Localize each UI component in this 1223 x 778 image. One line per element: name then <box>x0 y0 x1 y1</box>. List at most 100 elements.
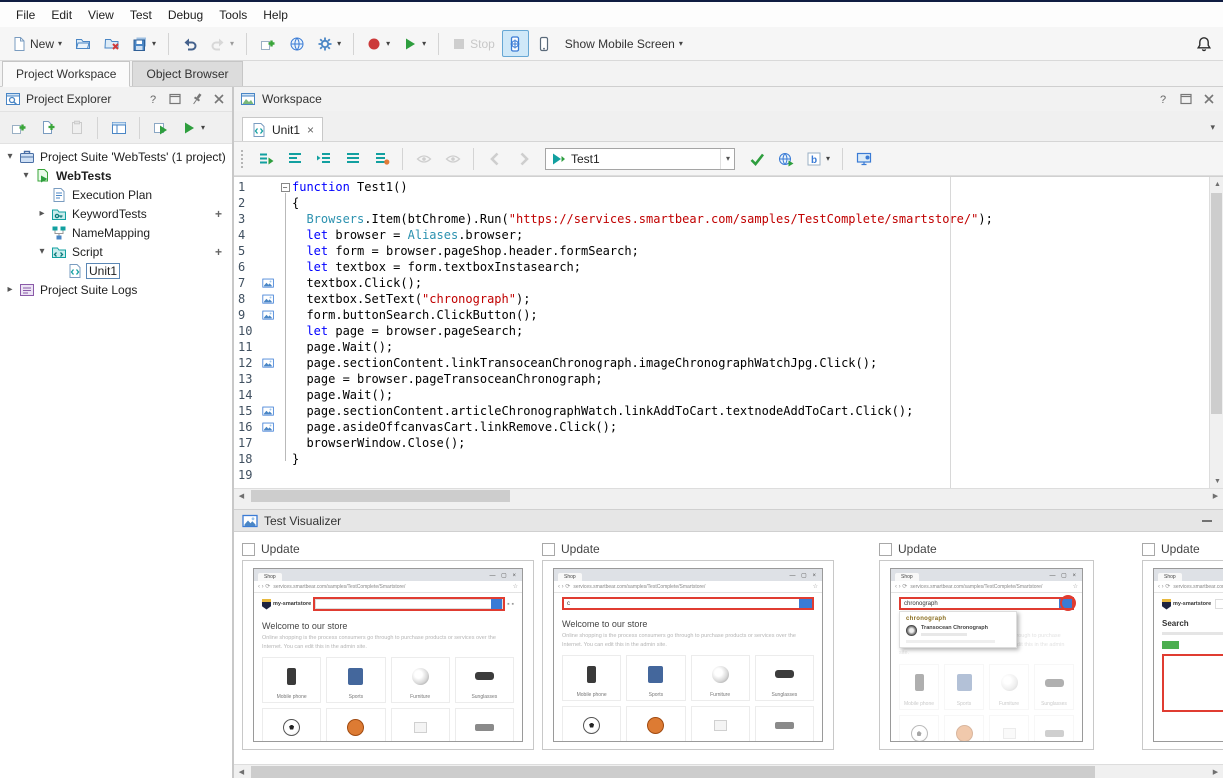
chevron-down-icon[interactable]: ▾ <box>679 39 683 48</box>
add-item-button[interactable]: + <box>215 207 222 221</box>
visualizer-thumbnail[interactable]: Shop— ▢ ×‹ › ⟳services.smartbear.com/sam… <box>1142 560 1223 750</box>
scroll-track[interactable] <box>1210 191 1223 474</box>
menu-view[interactable]: View <box>80 4 122 26</box>
add-new-item-button[interactable] <box>254 30 281 57</box>
search-term-suggestion[interactable]: chronograph <box>906 616 1010 622</box>
visualizer-frame-icon[interactable] <box>258 357 278 370</box>
code-line-10[interactable]: 10 let page = browser.pageSearch; <box>234 323 1209 339</box>
run-routine-button[interactable] <box>252 145 279 172</box>
navigate-forward-button[interactable] <box>510 145 537 172</box>
panel-float-icon[interactable] <box>166 91 183 108</box>
product-card[interactable]: Furniture <box>691 655 750 701</box>
collapse-visualizer-icon[interactable] <box>1198 512 1215 529</box>
outline-button[interactable] <box>281 145 308 172</box>
scroll-thumb[interactable] <box>251 766 1095 778</box>
check-syntax-button[interactable] <box>743 145 770 172</box>
visualizer-frame-icon[interactable] <box>258 277 278 290</box>
test-selector[interactable]: Test1▾ <box>545 148 735 170</box>
visualizer-frame-icon[interactable] <box>258 421 278 434</box>
product-card[interactable] <box>262 708 321 741</box>
sync-code-button[interactable] <box>368 145 395 172</box>
browser-tab[interactable]: Shop <box>558 573 582 581</box>
tree-item-execution-plan[interactable]: Execution Plan <box>0 185 232 204</box>
product-card[interactable] <box>391 708 450 741</box>
run-in-browser-button[interactable] <box>772 145 799 172</box>
bookmark-star-icon[interactable]: ☆ <box>513 583 518 590</box>
save-all-button[interactable]: ▾ <box>127 30 161 57</box>
store-search-button[interactable] <box>491 599 502 609</box>
checkbox[interactable] <box>879 543 892 556</box>
spy-object-button[interactable] <box>410 145 437 172</box>
scroll-right-icon[interactable]: ▶ <box>1208 765 1223 778</box>
menu-edit[interactable]: Edit <box>43 4 80 26</box>
code-line-11[interactable]: 11 page.Wait(); <box>234 339 1209 355</box>
code-line-5[interactable]: 5 let form = browser.pageShop.header.for… <box>234 243 1209 259</box>
scroll-right-icon[interactable]: ▶ <box>1208 489 1223 503</box>
update-checkbox[interactable]: Update <box>1142 538 1223 560</box>
pe-add-item-button[interactable] <box>5 114 32 141</box>
product-card[interactable] <box>755 706 814 741</box>
expander-right-icon[interactable]: ▸ <box>4 284 16 295</box>
visualizer-frame-icon[interactable] <box>258 309 278 322</box>
code-line-3[interactable]: 3 Browsers.Item(btChrome).Run("https://s… <box>234 211 1209 227</box>
product-card[interactable] <box>455 708 514 741</box>
product-card[interactable]: Sports <box>626 655 685 701</box>
expander-down-icon[interactable]: ▾ <box>20 170 32 181</box>
tree-item-webtests[interactable]: ▾WebTests <box>0 166 232 185</box>
panel-close-icon[interactable] <box>210 91 227 108</box>
product-card[interactable] <box>944 715 984 741</box>
scroll-thumb[interactable] <box>1211 193 1222 414</box>
product-card[interactable]: Sunglasses <box>755 655 814 701</box>
editor-settings-button[interactable] <box>850 145 877 172</box>
tree-item-script[interactable]: ▾Script+ <box>0 242 232 261</box>
product-card[interactable]: Mobile phone <box>562 655 621 701</box>
browser-window-controls[interactable]: — ▢ × <box>789 572 818 579</box>
tree-item-keywordtests[interactable]: ▸KeywordTests+ <box>0 204 232 223</box>
expander-down-icon[interactable]: ▾ <box>4 151 16 162</box>
code-line-12[interactable]: 12 page.sectionContent.linkTransoceanChr… <box>234 355 1209 371</box>
product-card[interactable] <box>326 708 385 741</box>
product-card[interactable] <box>562 706 621 741</box>
fold-toggle-icon[interactable]: − <box>278 183 292 192</box>
update-checkbox[interactable]: Update <box>242 538 534 560</box>
collapse-icon[interactable]: − <box>281 183 290 192</box>
indent-button[interactable] <box>310 145 337 172</box>
code-line-6[interactable]: 6 let textbox = form.textboxInstasearch; <box>234 259 1209 275</box>
menu-file[interactable]: File <box>8 4 43 26</box>
code-line-9[interactable]: 9 form.buttonSearch.ClickButton(); <box>234 307 1209 323</box>
notifications-button[interactable] <box>1190 30 1217 57</box>
browser-tab[interactable]: Shop <box>895 573 919 581</box>
scroll-down-icon[interactable]: ▼ <box>1210 474 1223 488</box>
browser-selector-button[interactable]: b▾ <box>801 145 835 172</box>
code-line-14[interactable]: 14 page.Wait(); <box>234 387 1209 403</box>
visualizer-thumbnail[interactable]: Shop— ▢ ×‹ › ⟳services.smartbear.com/sam… <box>879 560 1094 750</box>
expander-right-icon[interactable]: ▸ <box>36 208 48 219</box>
scroll-track[interactable] <box>249 765 1208 778</box>
tree-item-unit1[interactable]: Unit1 <box>0 261 232 280</box>
bookmark-star-icon[interactable]: ☆ <box>813 583 818 590</box>
pe-paste-button[interactable] <box>63 114 90 141</box>
redo-button[interactable]: ▾ <box>205 30 239 57</box>
update-checkbox[interactable]: Update <box>879 538 1094 560</box>
browser-nav-icons[interactable]: ‹ › ⟳ <box>895 583 907 590</box>
pe-run-button[interactable] <box>147 114 174 141</box>
highlighted-product-card[interactable] <box>1162 654 1223 712</box>
chevron-down-icon[interactable]: ▾ <box>422 39 426 48</box>
instasearch-box[interactable]: chronograph <box>899 597 1074 610</box>
scroll-thumb[interactable] <box>251 490 510 502</box>
close-project-button[interactable] <box>98 30 125 57</box>
tree-item-namemapping[interactable]: NameMapping <box>0 223 232 242</box>
panel-float-icon[interactable] <box>1177 91 1194 108</box>
code-line-1[interactable]: 1−function Test1() <box>234 179 1209 195</box>
instasearch-button[interactable] <box>799 599 812 608</box>
open-project-button[interactable] <box>69 30 96 57</box>
code-line-17[interactable]: 17 browserWindow.Close(); <box>234 435 1209 451</box>
scroll-track[interactable] <box>249 489 1208 503</box>
new-button[interactable]: New▾ <box>6 30 67 57</box>
product-card[interactable]: Mobile phone <box>262 657 321 703</box>
bookmark-star-icon[interactable]: ☆ <box>1073 583 1078 590</box>
code-line-7[interactable]: 7 textbox.Click(); <box>234 275 1209 291</box>
panel-help-icon[interactable]: ? <box>144 91 161 108</box>
code-line-18[interactable]: 18} <box>234 451 1209 467</box>
menu-tools[interactable]: Tools <box>211 4 255 26</box>
